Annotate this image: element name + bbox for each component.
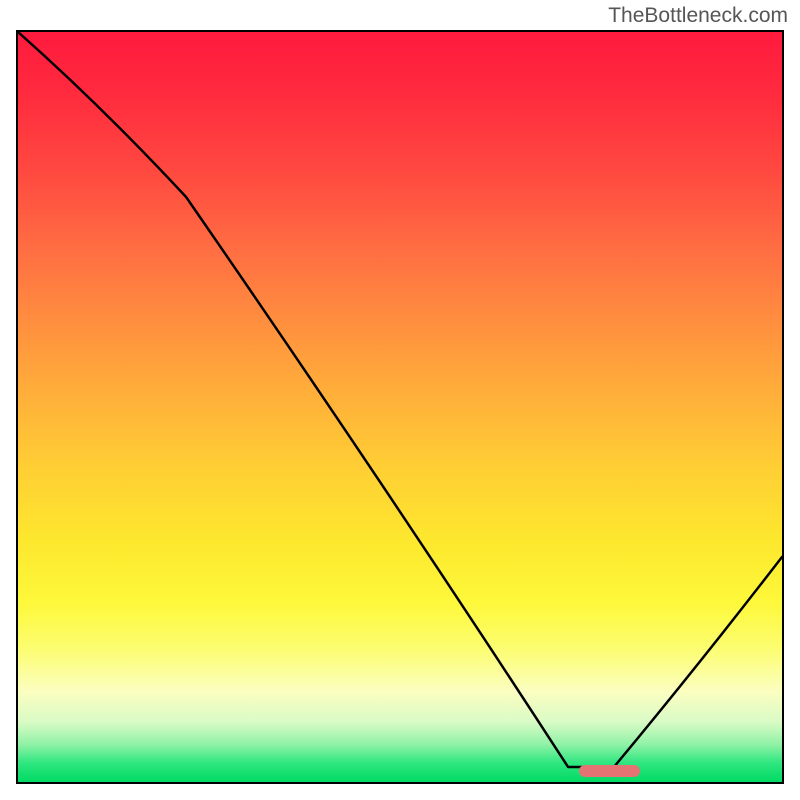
watermark-text: TheBottleneck.com — [608, 4, 788, 28]
chart-line — [18, 32, 782, 767]
chart-plot-area — [16, 30, 784, 784]
chart-curve-svg — [18, 32, 782, 782]
optimal-marker — [579, 765, 640, 777]
